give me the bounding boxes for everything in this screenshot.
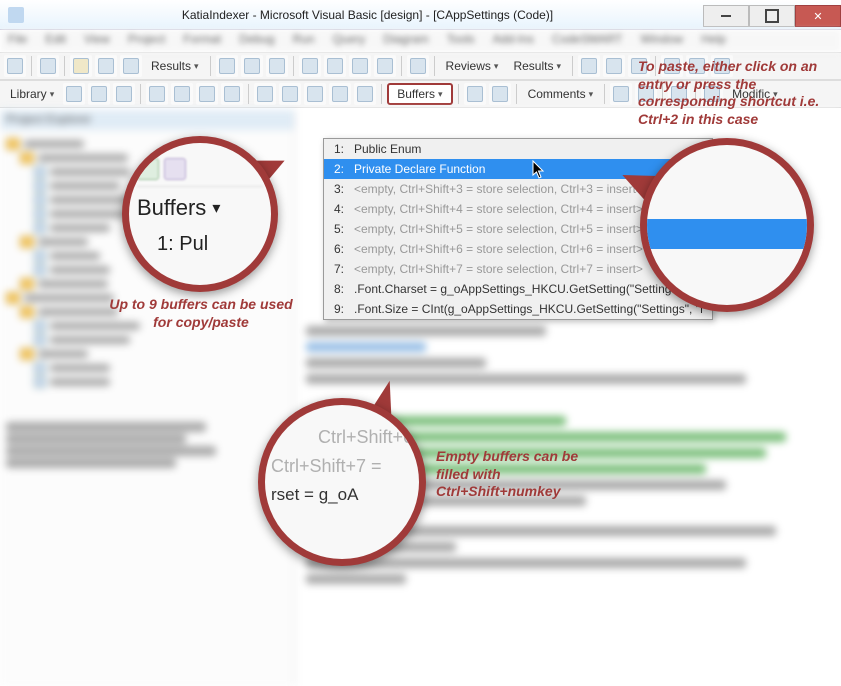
reviews-dropdown[interactable]: Reviews [440,55,505,77]
toolbar-icon[interactable] [37,55,59,77]
toolbar-icon[interactable] [324,55,346,77]
project-explorer-title: Project Explorer [0,110,294,130]
toolbar-icon[interactable] [221,83,243,105]
toolbar-row-1: Results Reviews Results [0,52,841,80]
toolbar-icon[interactable] [628,55,650,77]
close-button[interactable] [795,5,841,27]
toolbar-icon[interactable] [686,55,708,77]
toolbar-row-2: Library Buffers Comments Modific [0,80,841,108]
find-icon[interactable] [70,55,92,77]
toolbar-icon[interactable] [95,55,117,77]
zoom-buffers-callout: Buffers 1: Pul [122,136,278,292]
modific-dropdown[interactable]: Modific [726,83,784,105]
toolbar-icon[interactable] [603,55,625,77]
toolbar-icon[interactable] [349,55,371,77]
toolbar-icon[interactable] [266,55,288,77]
toolbar-icon[interactable] [711,55,733,77]
maximize-button[interactable] [749,5,795,27]
window-titlebar: KatiaIndexer - Microsoft Visual Basic [d… [0,0,841,30]
toolbar-icon[interactable] [171,83,193,105]
toolbar-icon[interactable] [113,83,135,105]
toolbar-icon[interactable] [304,83,326,105]
toolbar-icon[interactable] [88,83,110,105]
toolbar-icon[interactable] [489,83,511,105]
mouse-cursor-icon [532,160,546,180]
toolbar-icon[interactable] [146,83,168,105]
zoom-shortcut-callout: Ctrl+Shift+6 Ctrl+Shift+7 = rset = g_oA [258,398,426,566]
toolbar-icon[interactable] [4,55,26,77]
toolbar-icon[interactable] [241,55,263,77]
buffers-dropdown[interactable]: Buffers [387,83,452,105]
toolbar-icon[interactable] [610,83,632,105]
toolbar-icon[interactable] [701,83,723,105]
menu-bar[interactable]: FileEditView ProjectFormatDebug RunQuery… [0,30,841,52]
toolbar-icon[interactable] [196,83,218,105]
toolbar-icon[interactable] [63,83,85,105]
toolbar-icon[interactable] [661,55,683,77]
window-title: KatiaIndexer - Microsoft Visual Basic [d… [32,8,703,22]
toolbar-icon[interactable] [464,83,486,105]
toolbar-icon[interactable] [279,83,301,105]
comments-dropdown[interactable]: Comments [522,83,600,105]
zoom-highlight-callout: rt> [640,138,814,312]
library-dropdown[interactable]: Library [4,83,60,105]
toolbar-icon[interactable] [668,83,690,105]
toolbar-icon[interactable] [120,55,142,77]
results-dropdown-2[interactable]: Results [507,55,567,77]
minimize-button[interactable] [703,5,749,27]
toolbar-icon[interactable] [299,55,321,77]
results-dropdown[interactable]: Results [145,55,205,77]
toolbar-icon[interactable] [407,55,429,77]
toolbar-icon[interactable] [216,55,238,77]
toolbar-icon[interactable] [254,83,276,105]
toolbar-icon[interactable] [635,83,657,105]
toolbar-icon[interactable] [374,55,396,77]
toolbar-icon[interactable] [578,55,600,77]
zoom-buffers-label: Buffers [137,195,263,221]
toolbar-icon[interactable] [329,83,351,105]
app-icon [8,7,24,23]
toolbar-icon[interactable] [354,83,376,105]
